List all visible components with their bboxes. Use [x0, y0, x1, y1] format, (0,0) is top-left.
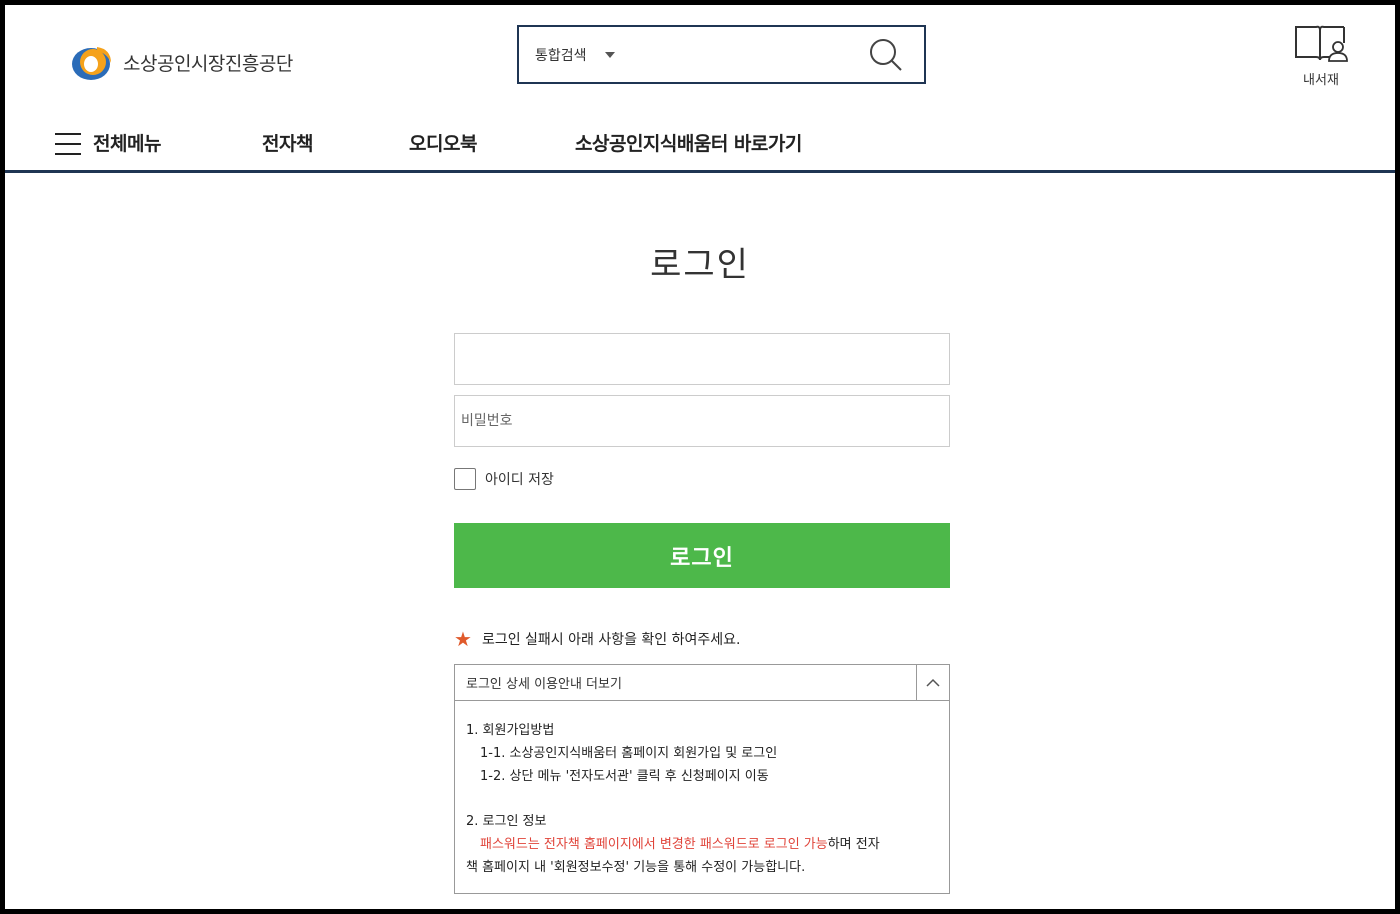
guide-section1-item: 1-1. 소상공인지식배움터 홈페이지 회원가입 및 로그인: [480, 746, 778, 761]
my-library-label: 내서재: [1303, 73, 1339, 88]
site-logo[interactable]: 소상공인시장진흥공단: [71, 43, 293, 81]
remember-id[interactable]: 아이디 저장: [454, 468, 554, 490]
nav-learning-center[interactable]: 소상공인지식배움터 바로가기: [575, 129, 802, 156]
caret-down-icon: [604, 51, 615, 58]
star-icon: ★: [454, 627, 472, 651]
site-header: 소상공인시장진흥공단 통합검색 내서재 전체메뉴 전자책 오디오북 소상공인지식…: [5, 5, 1395, 173]
login-notice: ★ 로그인 실패시 아래 사항을 확인 하여주세요.: [454, 629, 740, 649]
guide-section2-line1: 패스워드는 전자책 홈페이지에서 변경한 패스워드로 로그인 가능하며 전자: [466, 833, 938, 856]
guide-section2-title: 2. 로그인 정보: [466, 814, 547, 829]
guide-rest-text-a: 하며 전자: [827, 837, 880, 852]
book-user-icon: [1295, 25, 1348, 62]
password-input[interactable]: [455, 396, 949, 446]
search-scope-label: 통합검색: [535, 47, 587, 64]
password-field: [454, 395, 950, 447]
guide-highlight-text: 패스워드는 전자책 홈페이지에서 변경한 패스워드로 로그인 가능: [480, 837, 828, 852]
page-title: 로그인: [650, 245, 750, 285]
main-nav: 전체메뉴 전자책 오디오북 소상공인지식배움터 바로가기: [5, 125, 1395, 171]
search-button[interactable]: [866, 35, 906, 75]
search-box: 통합검색: [517, 25, 926, 84]
guide-section2-line2: 책 홈페이지 내 '회원정보수정' 기능을 통해 수정이 가능합니다.: [466, 860, 806, 875]
guide-collapse-button[interactable]: [916, 665, 949, 700]
id-input[interactable]: [455, 334, 949, 384]
guide-section1-title: 1. 회원가입방법: [466, 723, 555, 738]
search-scope-select[interactable]: 통합검색: [535, 45, 615, 65]
guide-title: 로그인 상세 이용안내 더보기: [466, 677, 622, 692]
nav-ebook[interactable]: 전자책: [262, 129, 313, 156]
id-field: [454, 333, 950, 385]
my-library-button[interactable]: 내서재: [1290, 23, 1352, 88]
login-guide-panel: 로그인 상세 이용안내 더보기 1. 회원가입방법 1-1. 소상공인지식배움터…: [454, 664, 950, 894]
logo-icon: [71, 43, 115, 81]
chevron-up-icon: [926, 678, 940, 687]
notice-text: 로그인 실패시 아래 사항을 확인 하여주세요.: [481, 632, 741, 648]
login-button[interactable]: 로그인: [454, 523, 950, 588]
logo-text: 소상공인시장진흥공단: [123, 52, 293, 75]
search-input[interactable]: [626, 34, 866, 75]
nav-audiobook[interactable]: 오디오북: [409, 129, 477, 156]
remember-id-label: 아이디 저장: [485, 472, 554, 488]
remember-id-checkbox[interactable]: [454, 468, 476, 490]
nav-all-menu[interactable]: 전체메뉴: [93, 129, 161, 156]
page-frame: 소상공인시장진흥공단 통합검색 내서재 전체메뉴 전자책 오디오북 소상공인지식…: [5, 5, 1395, 909]
search-icon: [870, 38, 902, 71]
guide-body: 1. 회원가입방법 1-1. 소상공인지식배움터 홈페이지 회원가입 및 로그인…: [455, 701, 949, 879]
hamburger-icon[interactable]: [55, 133, 81, 155]
guide-section1-item: 1-2. 상단 메뉴 '전자도서관' 클릭 후 신청페이지 이동: [480, 769, 769, 784]
guide-header[interactable]: 로그인 상세 이용안내 더보기: [455, 665, 949, 701]
